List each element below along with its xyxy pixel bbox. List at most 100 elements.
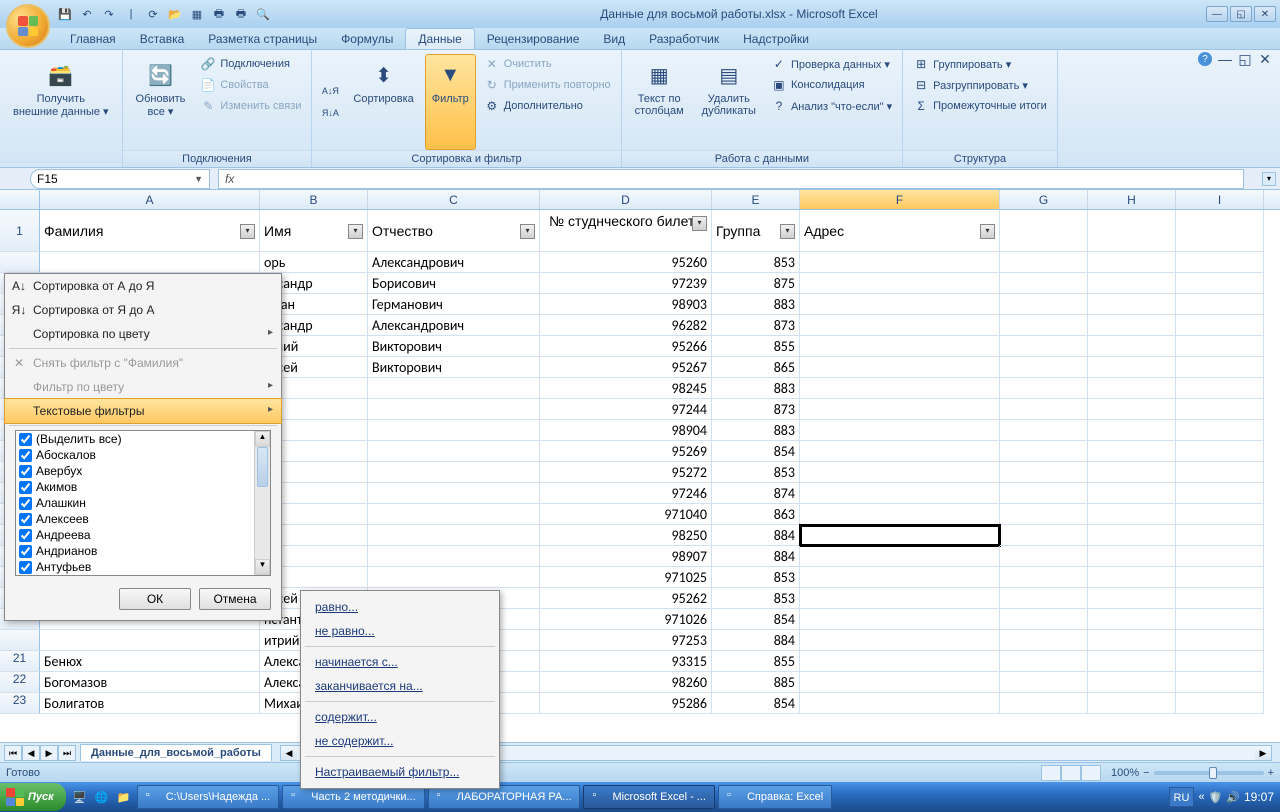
- cell[interactable]: орь: [260, 252, 368, 273]
- cell[interactable]: 93315: [540, 651, 712, 672]
- cell[interactable]: [1176, 252, 1264, 273]
- advanced-filter-button[interactable]: ⚙Дополнительно: [480, 96, 615, 116]
- cell[interactable]: [800, 672, 1000, 693]
- cell[interactable]: [1176, 651, 1264, 672]
- checklist-item[interactable]: Алашкин: [16, 495, 270, 511]
- cell[interactable]: [1176, 672, 1264, 693]
- cell[interactable]: [368, 546, 540, 567]
- zoom-slider[interactable]: [1154, 771, 1264, 775]
- checklist-scrollbar[interactable]: ▲ ▼: [254, 431, 270, 575]
- cell[interactable]: [800, 378, 1000, 399]
- cell[interactable]: [1000, 504, 1088, 525]
- remove-duplicates-button[interactable]: ▤ Удалить дубликаты: [695, 54, 763, 150]
- undo-icon[interactable]: ↶: [78, 5, 96, 23]
- zoom-out-button[interactable]: −: [1143, 767, 1149, 779]
- doc-restore-icon[interactable]: ◱: [1238, 52, 1252, 66]
- taskbar-item[interactable]: ▫C:\Users\Надежда ...: [137, 785, 279, 809]
- cell[interactable]: [40, 252, 260, 273]
- cell[interactable]: [800, 357, 1000, 378]
- cell[interactable]: [1000, 630, 1088, 651]
- cell[interactable]: Александрович: [368, 252, 540, 273]
- doc-close-icon[interactable]: ✕: [1258, 52, 1272, 66]
- save-icon[interactable]: 💾: [56, 5, 74, 23]
- cell[interactable]: [368, 525, 540, 546]
- col-F[interactable]: F: [800, 190, 1000, 209]
- cell[interactable]: 97246: [540, 483, 712, 504]
- cell[interactable]: [1000, 483, 1088, 504]
- cell[interactable]: [1088, 357, 1176, 378]
- header-patronymic[interactable]: Отчество▾: [368, 210, 540, 252]
- cell[interactable]: [1088, 651, 1176, 672]
- quick-print-icon[interactable]: 🖶: [232, 5, 250, 23]
- cell[interactable]: 95260: [540, 252, 712, 273]
- cell[interactable]: [1088, 672, 1176, 693]
- pagelayout-view-button[interactable]: [1061, 765, 1081, 781]
- minimize-button[interactable]: —: [1206, 6, 1228, 22]
- cell[interactable]: [368, 462, 540, 483]
- cell[interactable]: [800, 504, 1000, 525]
- taskbar-item[interactable]: ▫Справка: Excel: [718, 785, 832, 809]
- normal-view-button[interactable]: [1041, 765, 1061, 781]
- cell[interactable]: 95272: [540, 462, 712, 483]
- cell[interactable]: [800, 252, 1000, 273]
- cell[interactable]: [800, 273, 1000, 294]
- cell[interactable]: [368, 441, 540, 462]
- sheet-nav-first[interactable]: ⏮: [4, 745, 22, 761]
- cell[interactable]: [1000, 357, 1088, 378]
- pagebreak-view-button[interactable]: [1081, 765, 1101, 781]
- cell[interactable]: [1176, 399, 1264, 420]
- cell[interactable]: [368, 483, 540, 504]
- tab-insert[interactable]: Вставка: [128, 29, 197, 49]
- cell[interactable]: [1088, 693, 1176, 714]
- consolidate-button[interactable]: ▣Консолидация: [767, 75, 896, 95]
- tab-addins[interactable]: Надстройки: [731, 29, 821, 49]
- cell[interactable]: [1000, 567, 1088, 588]
- cell[interactable]: [1088, 378, 1176, 399]
- cell[interactable]: [1176, 546, 1264, 567]
- cell[interactable]: [1000, 693, 1088, 714]
- cell[interactable]: [800, 525, 1000, 546]
- tab-pagelayout[interactable]: Разметка страницы: [196, 29, 329, 49]
- cell[interactable]: [1176, 336, 1264, 357]
- row-head[interactable]: [0, 252, 40, 273]
- cell[interactable]: 874: [712, 483, 800, 504]
- cell[interactable]: [1176, 693, 1264, 714]
- cell[interactable]: [1088, 273, 1176, 294]
- col-B[interactable]: B: [260, 190, 368, 209]
- cell[interactable]: [1176, 588, 1264, 609]
- cell[interactable]: 853: [712, 588, 800, 609]
- cell[interactable]: 885: [712, 672, 800, 693]
- sheet-nav-next[interactable]: ▶: [40, 745, 58, 761]
- cell[interactable]: [800, 693, 1000, 714]
- edit-links-button[interactable]: ✎Изменить связи: [196, 96, 305, 116]
- tab-review[interactable]: Рецензирование: [475, 29, 592, 49]
- cell[interactable]: [1000, 294, 1088, 315]
- row-head[interactable]: 23: [0, 693, 40, 714]
- ok-button[interactable]: ОК: [119, 588, 191, 610]
- cell[interactable]: 95262: [540, 588, 712, 609]
- cell[interactable]: [1000, 546, 1088, 567]
- header-firstname[interactable]: Имя▾: [260, 210, 368, 252]
- cell[interactable]: [1176, 630, 1264, 651]
- row-head[interactable]: 21: [0, 651, 40, 672]
- cell[interactable]: 873: [712, 399, 800, 420]
- checklist-item[interactable]: Андреева: [16, 527, 270, 543]
- col-C[interactable]: C: [368, 190, 540, 209]
- cell[interactable]: 875: [712, 273, 800, 294]
- checklist-item[interactable]: Антуфьев: [16, 559, 270, 575]
- filter-btn-B[interactable]: ▾: [348, 224, 363, 239]
- cell[interactable]: 854: [712, 693, 800, 714]
- cell[interactable]: 97239: [540, 273, 712, 294]
- text-to-columns-button[interactable]: ▦ Текст по столбцам: [628, 54, 691, 150]
- data-validation-button[interactable]: ✓Проверка данных ▾: [767, 54, 896, 74]
- filter-contains[interactable]: содержит...: [301, 705, 499, 729]
- tab-data[interactable]: Данные: [405, 28, 474, 49]
- select-all-corner[interactable]: [0, 190, 40, 209]
- taskbar-item[interactable]: ▫Microsoft Excel - ...: [583, 785, 715, 809]
- col-A[interactable]: A: [40, 190, 260, 209]
- cell[interactable]: [1000, 273, 1088, 294]
- sheet-tab-active[interactable]: Данные_для_восьмой_работы: [80, 744, 272, 761]
- redo-icon[interactable]: ↷: [100, 5, 118, 23]
- cell[interactable]: 98907: [540, 546, 712, 567]
- filter-custom[interactable]: Настраиваемый фильтр...: [301, 760, 499, 784]
